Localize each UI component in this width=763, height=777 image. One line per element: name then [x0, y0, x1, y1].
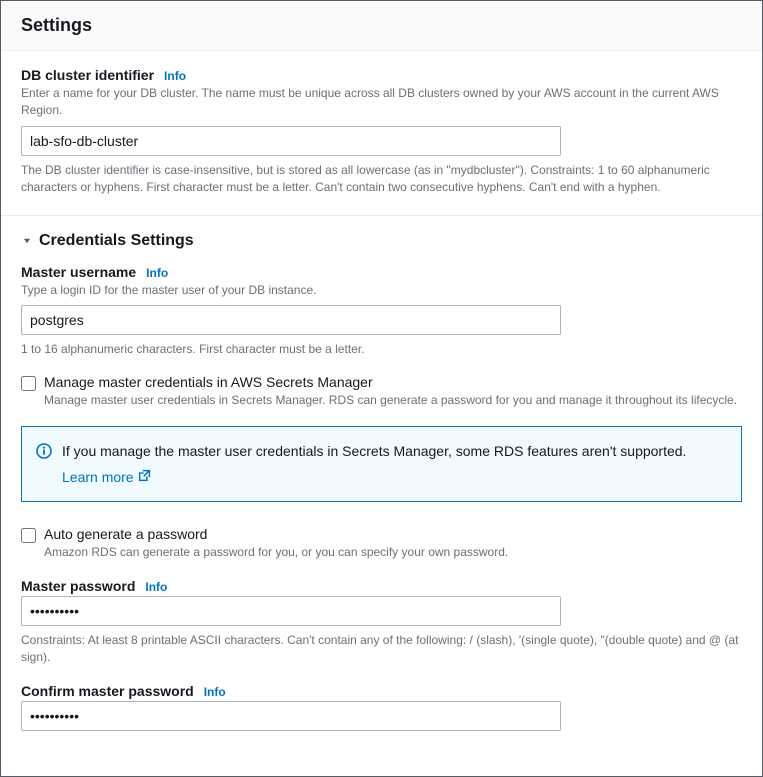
cluster-id-desc: Enter a name for your DB cluster. The na…	[21, 85, 742, 120]
username-label: Master username	[21, 264, 136, 280]
confirm-password-info-link[interactable]: Info	[204, 685, 226, 699]
learn-more-link[interactable]: Learn more	[62, 467, 151, 487]
confirm-password-label: Confirm master password	[21, 683, 194, 699]
confirm-password-input[interactable]	[21, 701, 561, 731]
panel-title: Settings	[21, 15, 742, 36]
secrets-manager-checkbox[interactable]	[21, 376, 36, 391]
secrets-manager-label: Manage master credentials in AWS Secrets…	[44, 374, 737, 390]
username-help: 1 to 16 alphanumeric characters. First c…	[21, 341, 742, 358]
learn-more-label: Learn more	[62, 467, 134, 487]
username-input[interactable]	[21, 305, 561, 335]
credentials-toggle[interactable]: Credentials Settings	[21, 232, 742, 250]
password-info-link[interactable]: Info	[145, 580, 167, 594]
info-box-text: If you manage the master user credential…	[62, 441, 686, 461]
password-help: Constraints: At least 8 printable ASCII …	[21, 632, 742, 667]
username-info-link[interactable]: Info	[146, 266, 168, 280]
auto-generate-label: Auto generate a password	[44, 526, 508, 542]
cluster-id-info-link[interactable]: Info	[164, 69, 186, 83]
external-link-icon	[138, 467, 151, 487]
caret-down-icon	[21, 235, 33, 247]
section-cluster-identifier: DB cluster identifier Info Enter a name …	[1, 51, 762, 216]
secrets-manager-info-box: If you manage the master user credential…	[21, 426, 742, 503]
password-label: Master password	[21, 578, 135, 594]
username-desc: Type a login ID for the master user of y…	[21, 282, 742, 299]
cluster-id-help: The DB cluster identifier is case-insens…	[21, 162, 742, 197]
password-input[interactable]	[21, 596, 561, 626]
section-credentials: Credentials Settings Master username Inf…	[1, 216, 762, 749]
auto-generate-checkbox[interactable]	[21, 528, 36, 543]
credentials-heading: Credentials Settings	[39, 232, 194, 250]
cluster-id-input[interactable]	[21, 126, 561, 156]
settings-panel: Settings DB cluster identifier Info Ente…	[0, 0, 763, 777]
secrets-manager-desc: Manage master user credentials in Secret…	[44, 392, 737, 409]
secrets-manager-row: Manage master credentials in AWS Secrets…	[21, 374, 742, 409]
panel-header: Settings	[1, 1, 762, 51]
auto-generate-row: Auto generate a password Amazon RDS can …	[21, 526, 742, 561]
cluster-id-label: DB cluster identifier	[21, 67, 154, 83]
info-icon	[36, 443, 52, 462]
auto-generate-desc: Amazon RDS can generate a password for y…	[44, 544, 508, 561]
